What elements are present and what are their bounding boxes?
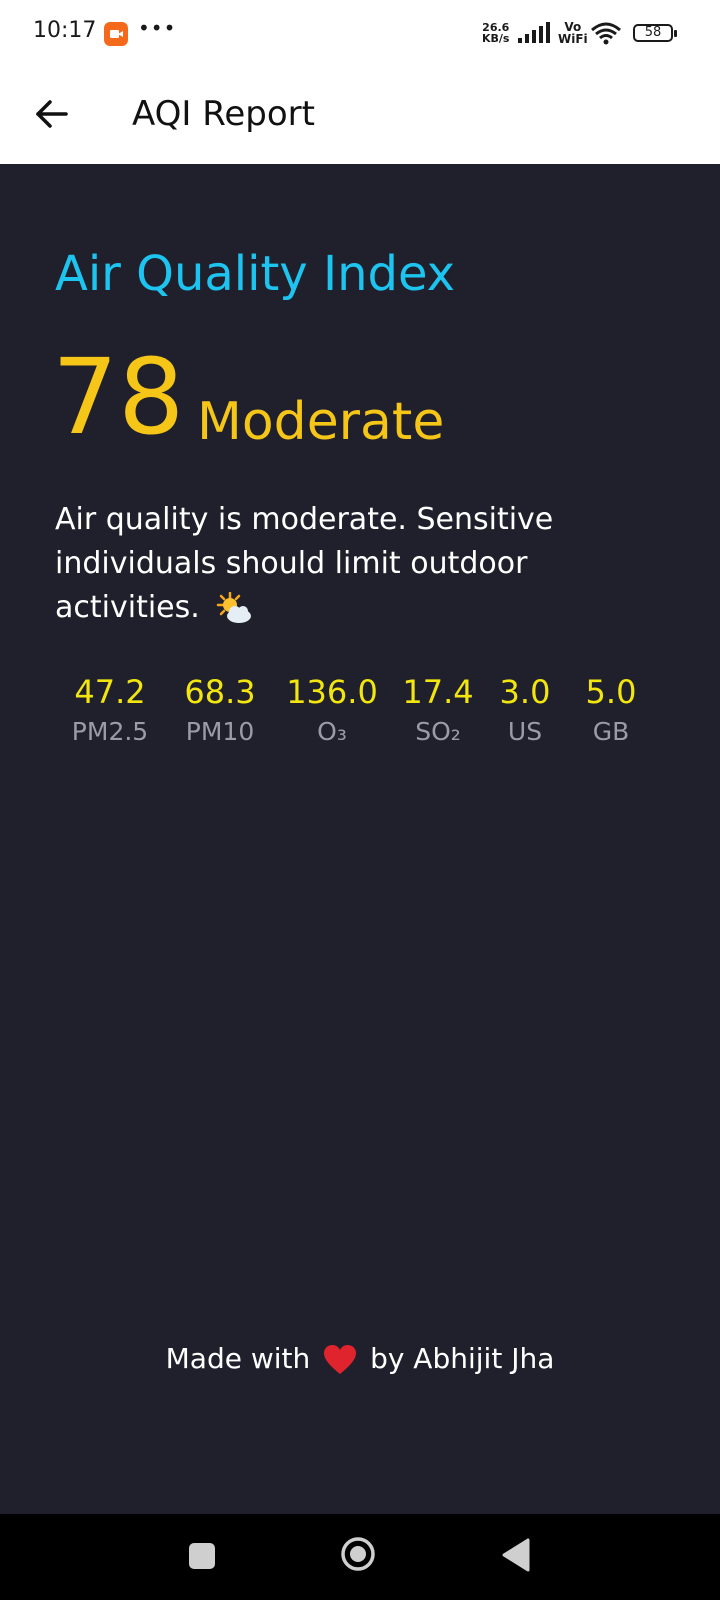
pollutant-value: 3.0 <box>499 673 551 711</box>
pollutant-value: 17.4 <box>402 673 474 711</box>
pollutant-name: GB <box>592 717 630 746</box>
pollutant-name: PM2.5 <box>71 717 149 746</box>
aqi-heading: Air Quality Index <box>55 246 456 302</box>
pollutant-value: 5.0 <box>585 673 637 711</box>
status-bar: 10:17 ••• 26.6 KB/s Vo WiFi 58 <box>0 0 720 66</box>
battery-icon: 58 <box>633 24 677 42</box>
aqi-description: Air quality is moderate. Sensitive indiv… <box>55 498 615 630</box>
screen-record-icon <box>104 22 128 46</box>
aqi-description-text: Air quality is moderate. Sensitive indiv… <box>55 502 554 625</box>
recents-square-icon[interactable] <box>189 1543 215 1569</box>
sun-behind-cloud-icon <box>217 591 252 623</box>
footer-suffix: by Abhijit Jha <box>370 1342 555 1375</box>
more-notifications-icon: ••• <box>138 16 177 40</box>
pollutant-us: 3.0 US <box>485 672 565 752</box>
wifi-icon <box>591 22 621 45</box>
home-circle-icon[interactable] <box>340 1536 376 1572</box>
aqi-report-content: Air Quality Index 78 Moderate Air qualit… <box>0 164 720 1514</box>
network-speed: 26.6 KB/s <box>482 22 509 44</box>
pollutant-gb: 5.0 GB <box>571 672 651 752</box>
pollutant-pm10: 68.3 PM10 <box>170 672 270 752</box>
pollutant-value: 68.3 <box>184 673 256 711</box>
system-nav-bar <box>0 1514 720 1600</box>
pollutant-o3: 136.0 O₃ <box>277 672 387 752</box>
aqi-value: 78 <box>52 336 185 458</box>
signal-strength-icon <box>518 22 550 43</box>
pollutant-so2: 17.4 SO₂ <box>395 672 481 752</box>
nav-back-triangle-icon[interactable] <box>501 1538 531 1572</box>
pollutant-readings: 47.2 PM2.5 68.3 PM10 136.0 O₃ 17.4 SO₂ 3… <box>55 672 675 762</box>
status-time: 10:17 <box>33 18 97 43</box>
vowifi-indicator: Vo WiFi <box>558 21 588 45</box>
footer-credit: Made with by Abhijit Jha <box>0 1342 720 1375</box>
network-speed-unit: KB/s <box>482 32 510 45</box>
app-bar: AQI Report <box>0 66 720 164</box>
pollutant-value: 47.2 <box>74 673 146 711</box>
pollutant-name: US <box>507 717 543 746</box>
pollutant-name: PM10 <box>185 717 255 746</box>
pollutant-name: SO₂ <box>415 717 461 746</box>
page-title: AQI Report <box>132 94 315 134</box>
pollutant-pm25: 47.2 PM2.5 <box>55 672 165 752</box>
heart-icon <box>324 1345 357 1374</box>
back-button[interactable] <box>28 90 76 138</box>
pollutant-value: 136.0 <box>286 673 378 711</box>
aqi-category: Moderate <box>197 392 445 452</box>
footer-prefix: Made with <box>165 1342 311 1375</box>
wifi-label: WiFi <box>558 32 588 46</box>
pollutant-name: O₃ <box>317 717 347 746</box>
battery-level: 58 <box>644 25 662 40</box>
arrow-left-icon <box>36 100 68 128</box>
